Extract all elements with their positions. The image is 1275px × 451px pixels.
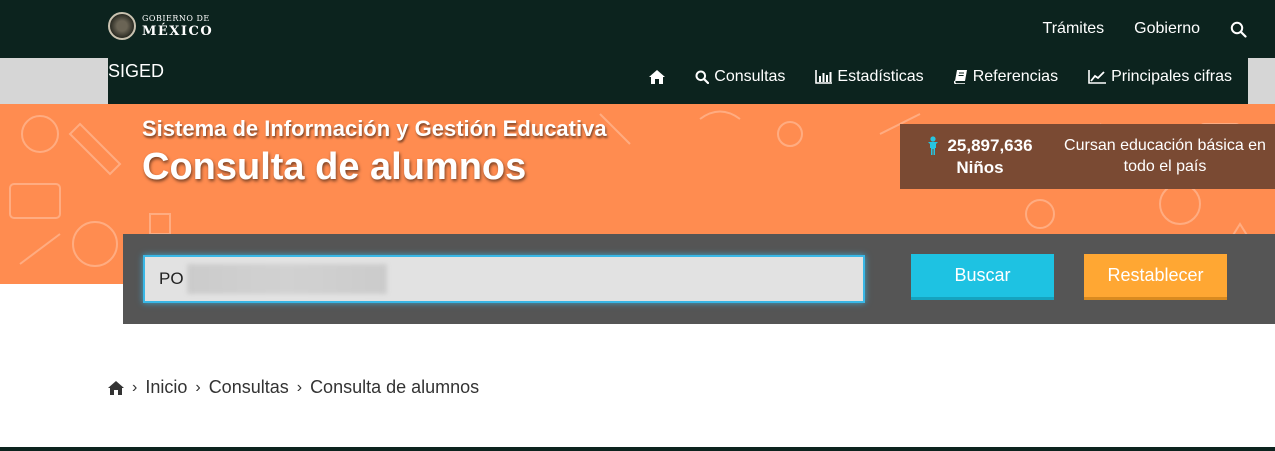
redacted-text bbox=[187, 264, 387, 294]
siged-nav-items: Consultas Estadísticas Referencias Princ… bbox=[649, 68, 1232, 86]
buscar-button[interactable]: Buscar bbox=[911, 254, 1054, 300]
nav-home[interactable] bbox=[649, 70, 666, 84]
logo-bottom-text: MÉXICO bbox=[142, 23, 214, 39]
nav-consultas[interactable]: Consultas bbox=[695, 68, 785, 86]
stats-unit: Niños bbox=[956, 157, 1004, 177]
restablecer-button[interactable]: Restablecer bbox=[1084, 254, 1227, 300]
home-icon bbox=[649, 70, 666, 84]
nav-estadisticas[interactable]: Estadísticas bbox=[815, 68, 924, 86]
gov-header: GOBIERNO DE MÉXICO Trámites Gobierno bbox=[0, 0, 1275, 58]
nav-gobierno-link[interactable]: Gobierno bbox=[1134, 20, 1200, 38]
breadcrumb-consultas[interactable]: Consultas bbox=[209, 377, 289, 398]
page-title: Consulta de alumnos bbox=[142, 146, 527, 188]
hero-subtitle: Sistema de Información y Gestión Educati… bbox=[142, 116, 607, 141]
nav-consultas-label: Consultas bbox=[714, 68, 786, 85]
gobierno-logo[interactable]: GOBIERNO DE MÉXICO bbox=[108, 12, 213, 40]
line-chart-icon bbox=[1088, 70, 1107, 84]
siged-title[interactable]: SIGED bbox=[108, 61, 164, 82]
search-icon bbox=[695, 70, 710, 84]
breadcrumb-current: Consulta de alumnos bbox=[310, 377, 480, 397]
siged-navbar: SIGED Consultas Estadísticas Referencias bbox=[108, 58, 1248, 104]
gov-nav: Trámites Gobierno bbox=[1043, 20, 1247, 38]
child-icon bbox=[927, 135, 939, 156]
chevron-right-icon: › bbox=[195, 378, 201, 396]
stats-box: 25,897,636 Niños Cursan educación básica… bbox=[900, 124, 1275, 189]
seal-icon bbox=[108, 12, 136, 40]
chevron-right-icon: › bbox=[132, 378, 138, 396]
chevron-right-icon: › bbox=[296, 378, 303, 396]
stats-description: Cursan educación básica en todo el país bbox=[1064, 136, 1266, 175]
book-icon bbox=[953, 70, 968, 84]
breadcrumb-inicio[interactable]: Inicio bbox=[145, 377, 187, 398]
stats-count: 25,897,636 bbox=[947, 135, 1033, 155]
home-icon[interactable] bbox=[108, 380, 124, 395]
nav-principales-cifras-label: Principales cifras bbox=[1111, 68, 1232, 85]
bar-chart-icon bbox=[815, 70, 833, 84]
nav-estadisticas-label: Estadísticas bbox=[837, 68, 924, 85]
footer-divider bbox=[0, 447, 1275, 451]
nav-principales-cifras[interactable]: Principales cifras bbox=[1088, 68, 1232, 86]
breadcrumb: › Inicio › Consultas › Consulta de alumn… bbox=[108, 377, 479, 398]
logo-top-text: GOBIERNO DE bbox=[142, 13, 210, 23]
nav-referencias-label: Referencias bbox=[972, 68, 1059, 85]
nav-tramites-link[interactable]: Trámites bbox=[1043, 20, 1105, 38]
nav-referencias[interactable]: Referencias bbox=[953, 68, 1059, 86]
search-icon[interactable] bbox=[1230, 21, 1247, 38]
